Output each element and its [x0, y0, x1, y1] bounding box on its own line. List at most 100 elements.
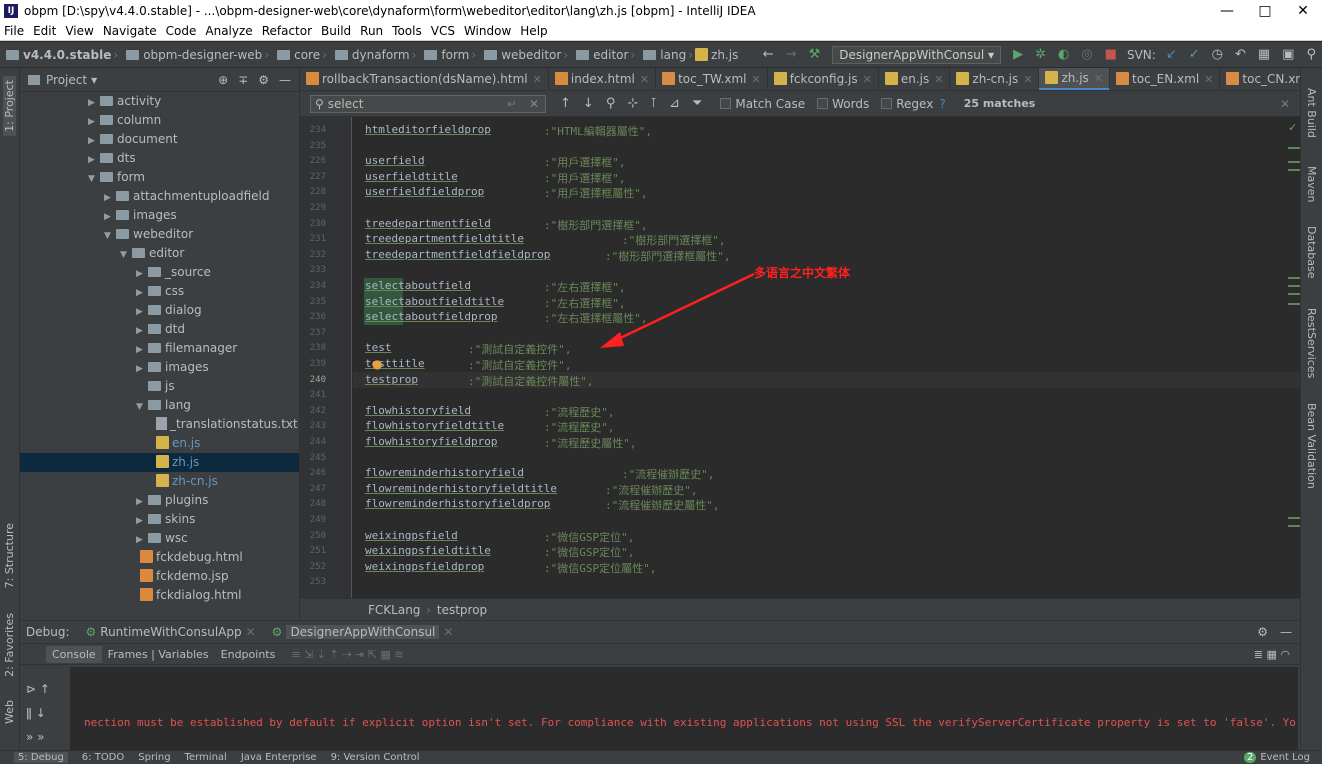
tab-frames-variables[interactable]: Frames | Variables: [102, 646, 215, 663]
find-input[interactable]: ⚲ select ↵ ✕: [310, 94, 546, 113]
code-key[interactable]: htmleditorfieldprop: [365, 123, 491, 136]
code-key[interactable]: flowhistoryfieldtitle: [365, 419, 504, 432]
tree-item[interactable]: js: [20, 377, 299, 396]
forward-arrow-icon[interactable]: →: [786, 47, 797, 62]
code-value[interactable]: :"測試自定義控件",: [468, 341, 572, 357]
tool-debug[interactable]: 5: Debug: [14, 752, 68, 763]
scroll-marker[interactable]: [1288, 169, 1300, 171]
code-value[interactable]: :"流程歷史",: [544, 419, 615, 435]
inspection-ok-icon[interactable]: ✓: [1288, 121, 1297, 134]
run-icon[interactable]: ▶: [1013, 47, 1023, 62]
tree-item[interactable]: ▶ activity: [20, 92, 299, 111]
add-occurrence-icon[interactable]: ⊹: [627, 96, 638, 111]
tool-bean-validation[interactable]: Bean Validation: [1305, 403, 1318, 489]
breadcrumb-property[interactable]: testprop: [437, 603, 487, 617]
scroll-marker[interactable]: [1288, 303, 1300, 305]
regex-help-link[interactable]: ?: [939, 97, 945, 111]
tree-item[interactable]: ▼ form: [20, 168, 299, 187]
close-tab-icon[interactable]: ✕: [934, 73, 943, 86]
previous-occurrence-icon[interactable]: ↑: [560, 96, 571, 111]
close-session-icon[interactable]: ✕: [246, 625, 256, 639]
menu-help[interactable]: Help: [520, 24, 547, 38]
nav-crumb-root[interactable]: v4.4.0.stable: [23, 48, 111, 62]
menu-refactor[interactable]: Refactor: [262, 24, 312, 38]
code-value[interactable]: :"流程催辦歷史屬性",: [605, 497, 720, 513]
menu-vcs[interactable]: VCS: [431, 24, 455, 38]
next-occurrence-icon[interactable]: ↓: [583, 96, 594, 111]
code-key[interactable]: selectaboutfieldtitle: [365, 295, 504, 308]
editor-tab[interactable]: toc_CN.xml✕: [1220, 68, 1300, 90]
tab-console[interactable]: Console: [46, 645, 102, 663]
menu-edit[interactable]: Edit: [33, 24, 56, 38]
tool-favorites[interactable]: 2: Favorites: [3, 613, 16, 677]
nav-crumb[interactable]: obpm-designer-web: [143, 48, 262, 62]
code-value[interactable]: :"微信GSP定位",: [544, 529, 634, 545]
code-value[interactable]: :"測試自定義控件",: [468, 357, 572, 373]
code-key[interactable]: selectaboutfieldprop: [365, 310, 497, 323]
tree-item[interactable]: ▼ editor: [20, 244, 299, 263]
code-value[interactable]: :"流程歷史",: [544, 404, 615, 420]
menu-code[interactable]: Code: [166, 24, 197, 38]
maximize-button[interactable]: □: [1246, 3, 1284, 19]
history-clock-icon[interactable]: ◷: [1212, 47, 1223, 62]
scroll-marker[interactable]: [1288, 517, 1300, 519]
scroll-marker[interactable]: [1288, 293, 1300, 295]
find-all-icon[interactable]: ⚲: [606, 96, 616, 111]
svn-commit-icon[interactable]: ✓: [1189, 47, 1200, 62]
tree-item[interactable]: ▶ dtd: [20, 320, 299, 339]
search-everywhere-icon[interactable]: ⚲: [1306, 47, 1316, 62]
tree-item[interactable]: ▼ lang: [20, 396, 299, 415]
code-key[interactable]: test: [365, 341, 392, 354]
tool-maven[interactable]: Maven: [1305, 166, 1318, 202]
profile-icon[interactable]: ◎: [1081, 47, 1092, 62]
close-tab-icon[interactable]: ✕: [863, 73, 872, 86]
code-value[interactable]: :"流程催辦歷史",: [605, 482, 698, 498]
menu-view[interactable]: View: [65, 24, 93, 38]
tab-endpoints[interactable]: Endpoints: [215, 646, 282, 663]
code-key[interactable]: treedepartmentfieldtitle: [365, 232, 524, 245]
words-checkbox[interactable]: [817, 98, 829, 109]
close-session-icon[interactable]: ✕: [443, 625, 453, 639]
tree-item[interactable]: _translationstatus.txt: [20, 415, 299, 434]
close-tab-icon[interactable]: ✕: [1204, 73, 1213, 86]
close-tab-icon[interactable]: ✕: [640, 73, 649, 86]
hide-panel-icon[interactable]: —: [279, 73, 291, 87]
scroll-marker[interactable]: [1288, 277, 1300, 279]
code-key[interactable]: weixingpsfieldtitle: [365, 544, 491, 557]
tool-version-control[interactable]: 9: Version Control: [331, 752, 420, 763]
code-editor[interactable]: 234 235 226 227 228 229 230 231 232 233 234 235 236 2…: [300, 117, 1300, 598]
menu-window[interactable]: Window: [464, 24, 511, 38]
debug-session-tab-active[interactable]: DesignerAppWithConsul: [286, 625, 440, 639]
nav-crumb[interactable]: editor: [593, 48, 628, 62]
code-key[interactable]: flowhistoryfield: [365, 404, 471, 417]
code-value[interactable]: :"HTML編輯器屬性",: [544, 123, 652, 139]
tool-project[interactable]: 1: Project: [3, 76, 16, 136]
tree-item[interactable]: fckdemo.jsp: [20, 567, 299, 586]
code-value[interactable]: :"測試自定義控件屬性",: [468, 373, 594, 389]
editor-tab[interactable]: toc_EN.xml ✕: [1110, 68, 1221, 90]
tree-item[interactable]: ▶ _source: [20, 263, 299, 282]
back-arrow-icon[interactable]: ←: [763, 47, 774, 62]
build-hammer-icon[interactable]: ⚒: [809, 47, 821, 62]
code-value[interactable]: :"用戶選擇框",: [544, 154, 626, 170]
tree-item[interactable]: ▶ images: [20, 206, 299, 225]
terminal-icon[interactable]: ▣: [1282, 47, 1294, 62]
tree-item[interactable]: ▶ plugins: [20, 491, 299, 510]
tree-item[interactable]: zh.js: [20, 453, 299, 472]
code-key[interactable]: userfield: [365, 154, 425, 167]
menu-run[interactable]: Run: [360, 24, 383, 38]
filter-icon[interactable]: ⏷: [692, 96, 702, 111]
menu-file[interactable]: File: [4, 24, 24, 38]
remove-occurrence-icon[interactable]: ⊺: [650, 96, 657, 111]
hide-panel-icon[interactable]: —: [1280, 625, 1292, 639]
close-tab-icon[interactable]: ✕: [1094, 72, 1103, 85]
nav-crumb[interactable]: core: [294, 48, 320, 62]
tree-item[interactable]: ▶ skins: [20, 510, 299, 529]
code-key[interactable]: flowreminderhistoryfieldtitle: [365, 482, 557, 495]
tree-item[interactable]: ▶ document: [20, 130, 299, 149]
nav-crumb-file[interactable]: zh.js: [711, 48, 738, 62]
chevron-down-icon[interactable]: ▾: [91, 73, 97, 87]
code-value[interactable]: :"微信GSP定位屬性",: [544, 560, 656, 576]
tool-restservices[interactable]: RestServices: [1305, 308, 1318, 378]
tree-item[interactable]: ▶ column: [20, 111, 299, 130]
